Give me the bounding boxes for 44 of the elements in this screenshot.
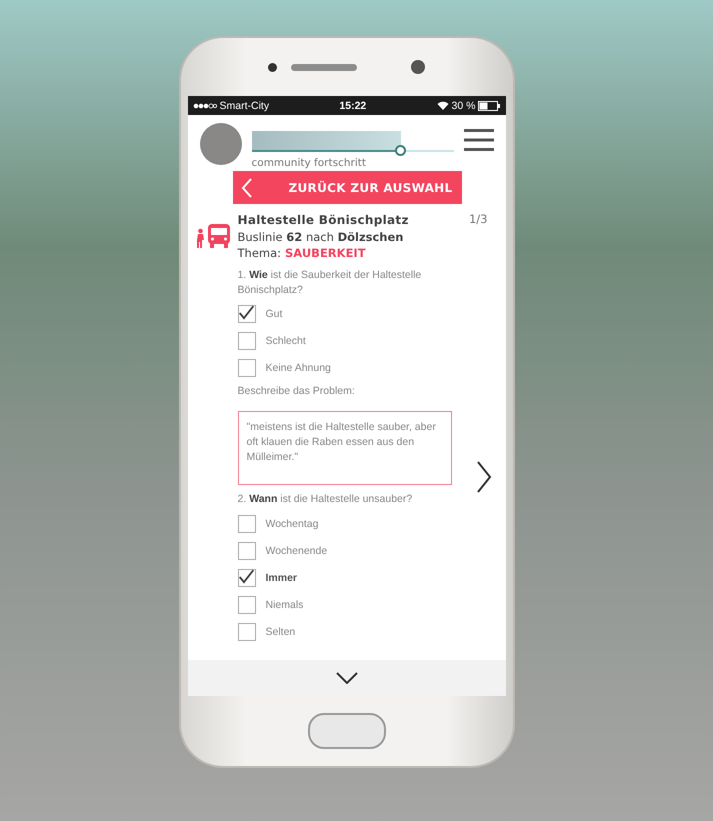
progress-label: community fortschritt [252,157,367,169]
chevron-right-icon[interactable] [476,460,492,493]
camera-icon [268,62,277,72]
avatar[interactable] [200,123,242,165]
option-label: Keine Ahnung [266,362,331,374]
back-button[interactable]: ZURÜCK ZUR AUSWAHL [232,171,462,204]
carrier-name: Smart-City [220,100,270,112]
sensor-icon [411,60,425,74]
pedestrian-bus-icon [196,222,232,250]
checkbox[interactable] [238,596,256,614]
battery-icon [478,100,500,110]
topic-label: Thema: [238,244,282,261]
home-button[interactable] [308,713,386,749]
menu-icon[interactable] [464,129,494,151]
checkbox[interactable] [238,332,256,350]
checkbox[interactable] [238,304,256,323]
option-label: Schlecht [266,334,306,347]
chevron-down-icon[interactable] [336,672,358,684]
option-label: Gut [266,308,282,320]
page-counter: 1/3 [468,212,488,226]
battery-percent: 30 % [452,100,476,112]
chevron-left-icon [240,178,252,198]
describe-label: Beschreibe das Problem: [238,385,356,398]
checkbox[interactable] [238,514,256,533]
question-text: 2. Wann ist die Haltestelle unsauber? [238,492,414,508]
checkbox[interactable] [238,622,256,641]
progress-knob [394,145,406,156]
signal-icon [192,102,216,108]
question-text: 1. Wie ist die Sauberkeit der Haltestelle Bönischplatz? [238,268,422,298]
wifi-icon [436,101,449,110]
topic-value: SAUBERKEIT [285,244,366,261]
option-label: Immer [266,572,298,584]
answer-field[interactable]: "meistens ist die Haltestelle sauber, aber oft klauen die Raben essen aus den Mülleimer." [238,411,452,486]
option-label: Selten [266,626,296,638]
option-label: Niemals [266,598,304,611]
checkbox[interactable] [238,568,256,587]
status-time: 15:22 [339,100,366,112]
option-label: Wochenende [266,544,328,557]
bus-line: Buslinie 62 nach Dölzschen [238,228,404,245]
speaker-grille [291,64,357,70]
checkbox[interactable] [238,358,256,377]
stop-title: Haltestelle Bönischplatz [238,212,410,229]
checkbox[interactable] [238,542,256,560]
option-label: Wochentag [266,518,318,530]
